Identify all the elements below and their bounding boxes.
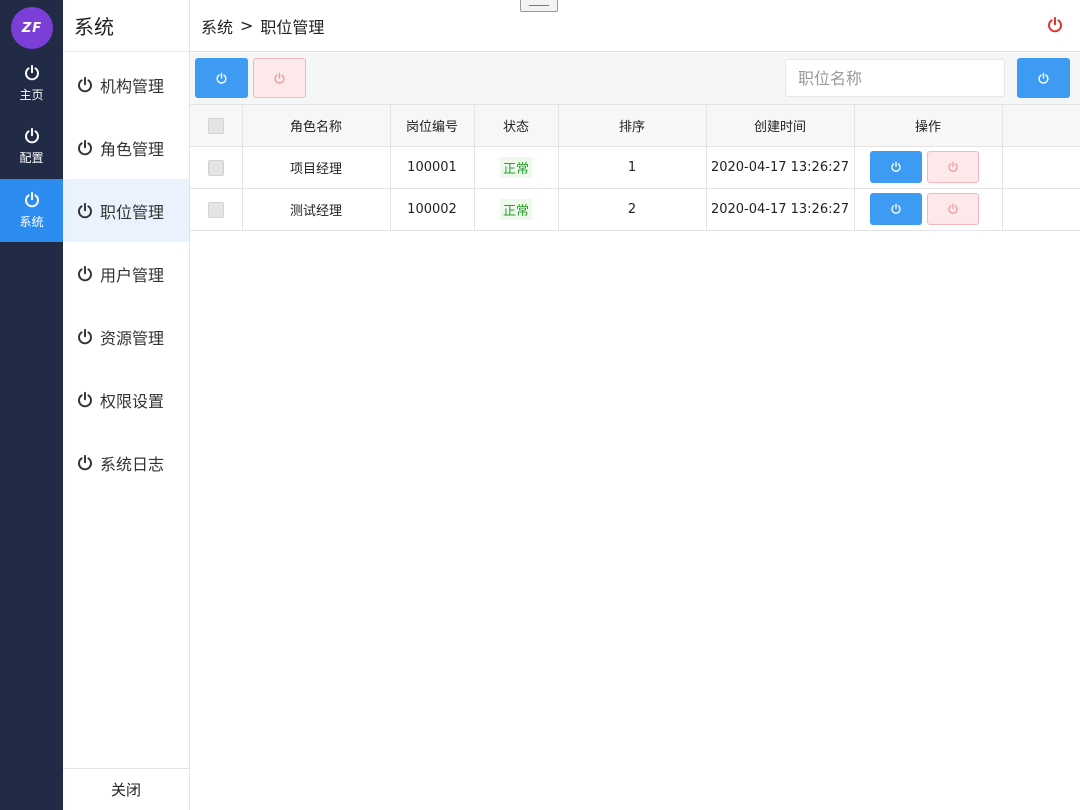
rail-item-label: 配置 bbox=[19, 151, 44, 165]
table-row: 项目经理 100001 正常 1 2020-04-17 13:26:27 bbox=[190, 146, 1080, 189]
column-header: 排序 bbox=[557, 104, 707, 147]
sidebar-item-org[interactable]: 机构管理 bbox=[63, 53, 189, 116]
header-select-all[interactable] bbox=[190, 104, 243, 147]
column-header: 创建时间 bbox=[705, 104, 855, 147]
column-header: 岗位编号 bbox=[389, 104, 475, 147]
sidebar-item-label: 资源管理 bbox=[100, 328, 165, 348]
cell-ops bbox=[853, 146, 1003, 189]
power-icon bbox=[273, 72, 286, 85]
cell-status: 正常 bbox=[473, 146, 559, 189]
main-content: 系统 > 职位管理 角色名称 岗位编号 状态 排序 bbox=[190, 0, 1080, 810]
table-row: 测试经理 100002 正常 2 2020-04-17 13:26:27 bbox=[190, 188, 1080, 231]
cell-created: 2020-04-17 13:26:27 bbox=[705, 188, 855, 231]
column-header: 角色名称 bbox=[241, 104, 391, 147]
cell-code: 100002 bbox=[389, 188, 475, 231]
power-icon bbox=[76, 139, 94, 157]
add-button[interactable] bbox=[195, 58, 248, 98]
sub-sidebar: 系统 机构管理 角色管理 职位管理 用户管理 资源管理 权限设置 系统日志 关闭 bbox=[63, 0, 190, 810]
power-icon bbox=[23, 64, 41, 82]
power-icon bbox=[1037, 72, 1050, 85]
row-checkbox[interactable] bbox=[207, 201, 224, 218]
edit-button[interactable] bbox=[869, 193, 922, 225]
sidebar-item-log[interactable]: 系统日志 bbox=[63, 431, 189, 494]
power-icon bbox=[76, 202, 94, 220]
status-badge: 正常 bbox=[499, 157, 532, 178]
column-header-empty bbox=[1001, 104, 1080, 147]
sidebar-item-role[interactable]: 角色管理 bbox=[63, 116, 189, 179]
sidebar-item-resource[interactable]: 资源管理 bbox=[63, 305, 189, 368]
cell-order: 2 bbox=[557, 188, 707, 231]
toolbar bbox=[190, 53, 1080, 104]
power-icon bbox=[947, 161, 959, 173]
power-icon bbox=[76, 328, 94, 346]
cell-status: 正常 bbox=[473, 188, 559, 231]
power-icon bbox=[1046, 16, 1064, 34]
batch-delete-button[interactable] bbox=[253, 58, 306, 98]
select-all-checkbox[interactable] bbox=[207, 117, 224, 134]
rail-item-config[interactable]: 配置 bbox=[0, 115, 63, 178]
search-input[interactable] bbox=[785, 59, 1005, 97]
power-icon bbox=[76, 265, 94, 283]
cell-code: 100001 bbox=[389, 146, 475, 189]
status-badge: 正常 bbox=[499, 199, 532, 220]
search-button[interactable] bbox=[1017, 58, 1070, 98]
drag-handle[interactable] bbox=[520, 0, 558, 12]
power-icon bbox=[76, 454, 94, 472]
cell-empty bbox=[1001, 146, 1080, 189]
sidebar-item-label: 职位管理 bbox=[100, 202, 165, 222]
power-icon bbox=[215, 72, 228, 85]
rail-item-label: 系统 bbox=[19, 215, 44, 229]
table-header-row: 角色名称 岗位编号 状态 排序 创建时间 操作 bbox=[190, 104, 1080, 147]
main-nav-rail: ZF 主页 配置 系统 bbox=[0, 0, 63, 810]
breadcrumb-item-current: 职位管理 bbox=[260, 17, 325, 37]
sidebar-item-label: 机构管理 bbox=[100, 76, 165, 96]
breadcrumb: 系统 > 职位管理 bbox=[190, 0, 1080, 52]
sidebar-item-permission[interactable]: 权限设置 bbox=[63, 368, 189, 431]
sidebar-item-label: 角色管理 bbox=[100, 139, 165, 159]
logo-text: ZF bbox=[21, 20, 43, 36]
sidebar-item-position[interactable]: 职位管理 bbox=[63, 179, 189, 242]
rail-item-label: 主页 bbox=[19, 88, 44, 102]
column-header: 状态 bbox=[473, 104, 559, 147]
breadcrumb-item-system[interactable]: 系统 bbox=[201, 14, 233, 38]
sidebar-item-label: 权限设置 bbox=[100, 391, 165, 411]
cell-ops bbox=[853, 188, 1003, 231]
delete-button[interactable] bbox=[926, 151, 979, 183]
power-icon bbox=[76, 76, 94, 94]
power-icon bbox=[890, 203, 902, 215]
sidebar-item-label: 系统日志 bbox=[100, 454, 165, 474]
cell-empty bbox=[1001, 188, 1080, 231]
cell-order: 1 bbox=[557, 146, 707, 189]
position-table: 角色名称 岗位编号 状态 排序 创建时间 操作 项目经理 100001 正常 1… bbox=[190, 104, 1080, 231]
power-icon bbox=[76, 391, 94, 409]
power-icon bbox=[23, 191, 41, 209]
column-header: 操作 bbox=[853, 104, 1003, 147]
power-icon bbox=[947, 203, 959, 215]
rail-item-system[interactable]: 系统 bbox=[0, 179, 63, 242]
edit-button[interactable] bbox=[869, 151, 922, 183]
breadcrumb-separator: > bbox=[240, 16, 254, 35]
rail-item-home[interactable]: 主页 bbox=[0, 52, 63, 115]
power-icon bbox=[890, 161, 902, 173]
cell-name: 测试经理 bbox=[241, 188, 391, 231]
power-icon bbox=[23, 127, 41, 145]
sidebar-title: 系统 bbox=[63, 0, 189, 52]
row-checkbox[interactable] bbox=[207, 159, 224, 176]
sidebar-close-button[interactable]: 关闭 bbox=[63, 768, 189, 810]
app-logo[interactable]: ZF bbox=[11, 7, 53, 49]
sidebar-item-user[interactable]: 用户管理 bbox=[63, 242, 189, 305]
cell-name: 项目经理 bbox=[241, 146, 391, 189]
cell-created: 2020-04-17 13:26:27 bbox=[705, 146, 855, 189]
delete-button[interactable] bbox=[926, 193, 979, 225]
sidebar-item-label: 用户管理 bbox=[100, 265, 165, 285]
logout-button[interactable] bbox=[1046, 16, 1064, 34]
